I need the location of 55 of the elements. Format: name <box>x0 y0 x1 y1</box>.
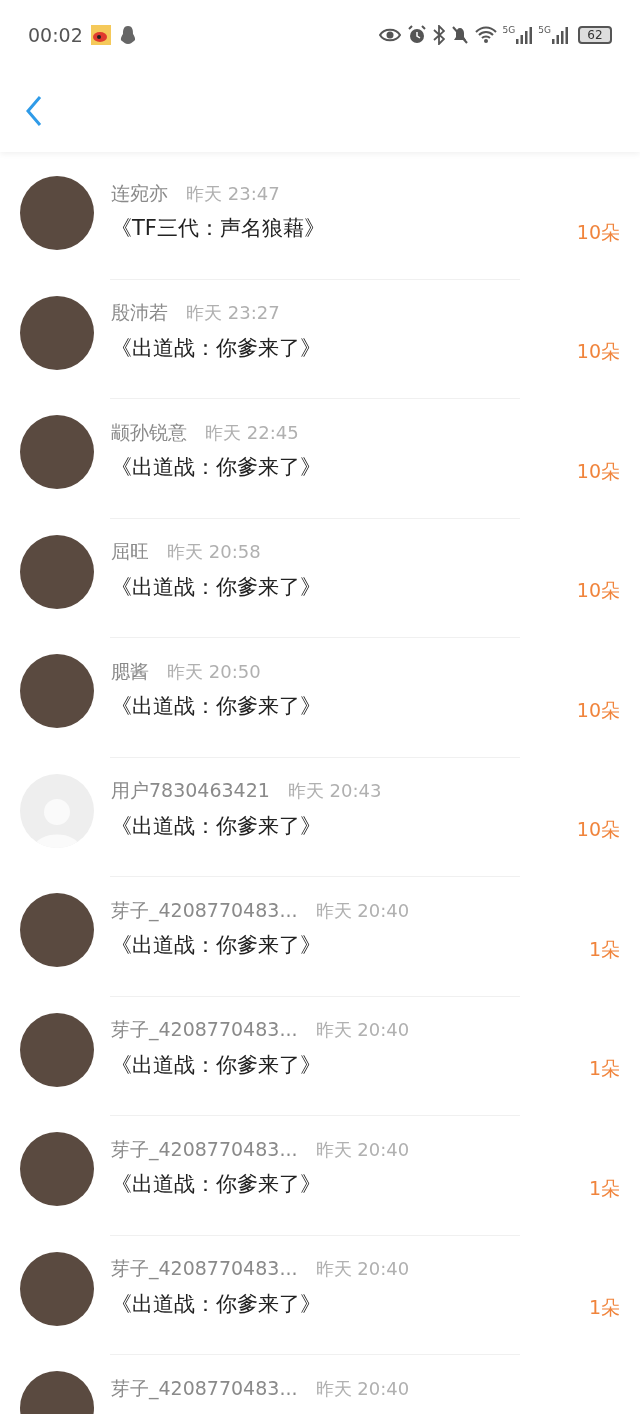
story-title: 《出道战：你爹来了》 <box>111 573 321 601</box>
story-title: 《出道战：你爹来了》 <box>111 1051 321 1079</box>
flower-count: 10朵 <box>576 458 620 484</box>
user-name: 芽子_4208770483... <box>111 1375 298 1402</box>
timestamp: 昨天 20:40 <box>315 898 410 923</box>
weibo-icon <box>90 25 111 45</box>
network-type-label: 5G <box>502 26 516 35</box>
timestamp: 昨天 20:50 <box>167 659 261 684</box>
timestamp: 昨天 22:45 <box>205 420 299 445</box>
timestamp: 昨天 20:40 <box>315 1137 410 1162</box>
user-name: 芽子_4208770483... <box>111 1136 298 1163</box>
story-title: 《出道战：你爹来了》 <box>111 454 321 482</box>
eye-icon <box>378 28 401 42</box>
user-name: 芽子_4208770483... <box>111 1017 298 1043</box>
story-title: 《出道战：你爹来了》 <box>111 1171 321 1199</box>
bluetooth-icon <box>432 25 445 45</box>
flower-count: 10朵 <box>576 339 620 365</box>
user-name: 用户7830463421 <box>111 778 270 804</box>
network-type-label: 5G <box>538 26 551 35</box>
battery-indicator: 62 <box>578 26 612 44</box>
story-title: 《出道战：你爹来了》 <box>111 812 321 840</box>
signal-bars-icon <box>552 26 568 44</box>
timestamp: 昨天 20:58 <box>167 540 261 564</box>
flower-count: 1朵 <box>588 1056 620 1082</box>
alarm-icon <box>406 25 427 45</box>
flower-count: 10朵 <box>576 578 620 604</box>
wifi-icon <box>474 26 497 44</box>
timestamp: 昨天 20:43 <box>287 779 382 803</box>
story-title: 《出道战：你爹来了》 <box>111 693 321 721</box>
user-name: 颛孙锐意 <box>111 419 187 445</box>
timestamp: 昨天 23:27 <box>186 301 280 325</box>
timestamp: 昨天 20:40 <box>315 1018 410 1042</box>
user-name: 腮酱 <box>111 658 149 684</box>
user-name: 芽子_4208770483... <box>111 1256 298 1282</box>
story-title: 《出道战：你爹来了》 <box>111 1290 321 1318</box>
flower-count: 1朵 <box>588 936 620 962</box>
user-name: 屈旺 <box>111 539 149 565</box>
story-title: 《出道战：你爹来了》 <box>111 334 321 362</box>
story-title: 《TF三代：声名狼藉》 <box>111 215 325 243</box>
muted-bell-icon <box>450 25 469 45</box>
timestamp: 昨天 20:40 <box>315 1376 410 1401</box>
flower-count: 1朵 <box>588 1295 620 1321</box>
flower-count: 1朵 <box>588 1175 620 1201</box>
user-name: 芽子_4208770483... <box>111 897 298 924</box>
penguin-icon <box>118 25 137 45</box>
signal-bars-icon <box>516 26 533 44</box>
user-name: 连宛亦 <box>111 180 168 206</box>
timestamp: 昨天 23:47 <box>186 181 280 206</box>
story-title: 《出道战：你爹来了》 <box>111 932 321 960</box>
flower-count: 10朵 <box>576 817 620 843</box>
timestamp: 昨天 20:40 <box>315 1257 410 1281</box>
user-name: 殷沛若 <box>111 300 168 326</box>
flower-count: 10朵 <box>576 219 620 245</box>
clock-time: 00:02 <box>28 22 83 48</box>
flower-count: 10朵 <box>576 697 620 723</box>
